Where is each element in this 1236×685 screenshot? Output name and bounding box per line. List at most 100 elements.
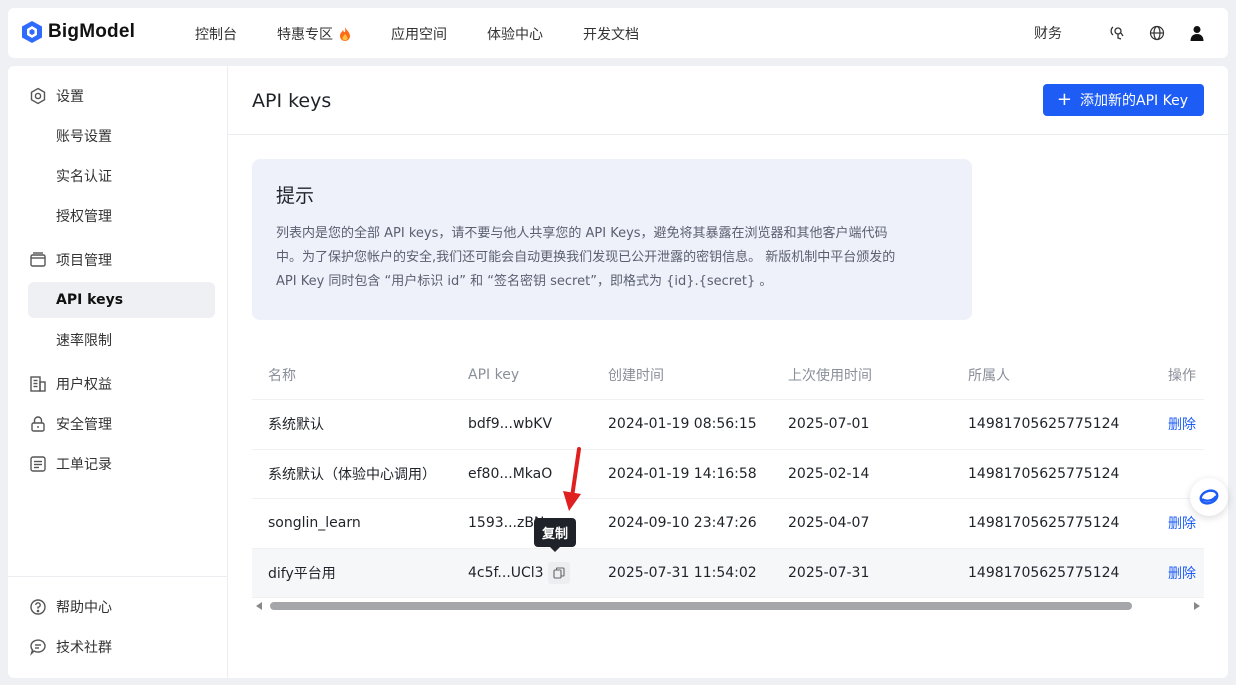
user-icon[interactable]: [1186, 22, 1208, 44]
globe-icon[interactable]: [1146, 22, 1168, 44]
assistant-float-button[interactable]: [1190, 478, 1228, 516]
help-icon: [28, 597, 48, 617]
sidebar-item-community[interactable]: 技术社群: [28, 629, 215, 665]
sidebar-item-rights[interactable]: 用户权益: [28, 366, 215, 402]
sidebar-item-apikeys[interactable]: API keys: [28, 282, 215, 318]
sidebar-item-realname[interactable]: 实名认证: [28, 158, 215, 194]
sidebar-label: 设置: [56, 89, 84, 105]
cell-key-with-copy: 4c5f...UCl3: [452, 561, 592, 584]
cell-last-used: 2025-02-14: [788, 465, 870, 482]
scroll-left-icon[interactable]: [256, 602, 262, 610]
gear-icon: [28, 86, 48, 106]
tip-line: 列表内是您的全部 API keys，请不要与他人共享您的 API Keys，避免…: [276, 226, 888, 241]
nav-label: 开发文档: [583, 27, 639, 43]
building-icon: [28, 374, 48, 394]
main-nav: 控制台 特惠专区 应用空间 体验中心 开发文档: [195, 24, 679, 44]
cell-key: 4c5f...UCl3: [468, 564, 544, 581]
sidebar-label: 帮助中心: [56, 600, 112, 616]
assistant-icon: [1199, 489, 1219, 505]
sidebar-label: 安全管理: [56, 417, 112, 433]
cell-name: songlin_learn: [268, 515, 361, 532]
delete-button[interactable]: 删除: [1168, 516, 1196, 532]
col-name: 名称: [268, 367, 296, 384]
nav-app-space[interactable]: 应用空间: [391, 24, 447, 44]
sidebar-label: 实名认证: [56, 169, 112, 185]
copy-tooltip: 复制: [534, 518, 577, 552]
chat-icon: [28, 637, 48, 657]
add-button-label: 添加新的API Key: [1080, 93, 1188, 109]
plus-icon: +: [1056, 89, 1073, 110]
sidebar-item-auth[interactable]: 授权管理: [28, 198, 215, 234]
lock-icon: [28, 414, 48, 434]
voice-icon[interactable]: [1106, 22, 1128, 44]
brand-name: BigModel: [48, 21, 136, 42]
nav-label: 控制台: [195, 27, 237, 43]
folder-icon: [28, 250, 48, 270]
sidebar-label: 速率限制: [56, 333, 112, 349]
page-title: API keys: [252, 90, 332, 112]
sidebar-label: 授权管理: [56, 209, 112, 225]
nav-docs[interactable]: 开发文档: [583, 24, 639, 44]
delete-button[interactable]: 删除: [1168, 417, 1196, 433]
sidebar-item-account[interactable]: 账号设置: [28, 118, 215, 154]
sidebar-item-settings[interactable]: 设置: [28, 78, 215, 114]
sidebar-item-tickets[interactable]: 工单记录: [28, 446, 215, 482]
cell-owner: 14981705625775124: [968, 564, 1120, 581]
sidebar-item-project[interactable]: 项目管理: [28, 242, 215, 278]
cell-name: dify平台用: [268, 565, 336, 582]
cell-name: 系统默认: [268, 417, 324, 434]
top-bar: BigModel 控制台 特惠专区 应用空间 体验中心 开发文档 财务: [8, 8, 1228, 58]
cell-created: 2024-09-10 23:47:26: [608, 515, 757, 532]
sidebar-label: API keys: [56, 292, 124, 308]
sidebar-label: 工单记录: [56, 457, 112, 473]
cell-created: 2024-01-19 14:16:58: [608, 465, 757, 482]
fire-icon: [340, 27, 350, 41]
cell-last-used: 2025-04-07: [788, 515, 870, 532]
sidebar-label: 技术社群: [56, 640, 112, 656]
annotation-arrow-icon: [563, 447, 581, 511]
scroll-thumb[interactable]: [270, 602, 1132, 610]
tip-box: 提示 列表内是您的全部 API keys，请不要与他人共享您的 API Keys…: [252, 159, 972, 320]
cell-created: 2024-01-19 08:56:15: [608, 416, 757, 433]
sidebar-label: 用户权益: [56, 377, 112, 393]
sidebar-item-help[interactable]: 帮助中心: [28, 589, 215, 625]
nav-experience[interactable]: 体验中心: [487, 24, 543, 44]
col-created: 创建时间: [608, 367, 664, 384]
list-icon: [28, 454, 48, 474]
copy-icon[interactable]: [547, 561, 570, 584]
sidebar-item-security[interactable]: 安全管理: [28, 406, 215, 442]
cell-key: bdf9...wbKV: [468, 416, 553, 433]
tip-line: API Key 同时包含 “用户标识 id” 和 “签名密钥 secret”，即…: [276, 274, 773, 289]
table-row: songlin_learn 1593...zBN 2024-09-10 23:4…: [252, 499, 1204, 549]
col-owner: 所属人: [968, 367, 1010, 384]
sidebar-item-ratelimit[interactable]: 速率限制: [28, 322, 215, 358]
cell-last-used: 2025-07-31: [788, 564, 870, 581]
scroll-right-icon[interactable]: [1194, 602, 1200, 610]
sidebar-label: 项目管理: [56, 253, 112, 269]
nav-deals[interactable]: 特惠专区: [277, 24, 351, 44]
cell-owner: 14981705625775124: [968, 515, 1120, 532]
brand-logo[interactable]: BigModel: [22, 21, 135, 43]
logo-icon: [22, 21, 42, 43]
add-api-key-button[interactable]: + 添加新的API Key: [1042, 84, 1204, 116]
header-divider: [228, 134, 1228, 135]
tip-line: 中。为了保护您帐户的安全,我们还可能会自动更换我们发现已公开泄露的密钥信息。 新…: [276, 250, 896, 265]
col-action: 操作: [1168, 367, 1196, 384]
table-row: 系统默认 bdf9...wbKV 2024-01-19 08:56:15 202…: [252, 400, 1204, 450]
cell-last-used: 2025-07-01: [788, 416, 870, 433]
sidebar: 设置 账号设置 实名认证 授权管理 项目管理 API keys 速率限制 用户权…: [8, 66, 228, 678]
table-header: 名称 API key 创建时间 上次使用时间 所属人 操作: [252, 350, 1204, 400]
sidebar-label: 账号设置: [56, 129, 112, 145]
sidebar-divider: [8, 576, 227, 577]
col-last-used: 上次使用时间: [788, 367, 872, 384]
nav-label: 体验中心: [487, 27, 543, 43]
main-panel: API keys + 添加新的API Key 提示 列表内是您的全部 API k…: [228, 66, 1228, 678]
delete-button[interactable]: 删除: [1168, 566, 1196, 582]
nav-label: 应用空间: [391, 27, 447, 43]
table-row: 系统默认（体验中心调用） ef80...MkaO 2024-01-19 14:1…: [252, 450, 1204, 499]
finance-link[interactable]: 财务: [1034, 23, 1062, 43]
horizontal-scrollbar[interactable]: [252, 599, 1204, 613]
nav-console[interactable]: 控制台: [195, 24, 237, 44]
table-row: dify平台用 4c5f...UCl3 2025-07-31 11:54:02 …: [252, 548, 1204, 598]
cell-name: 系统默认（体验中心调用）: [268, 466, 436, 483]
